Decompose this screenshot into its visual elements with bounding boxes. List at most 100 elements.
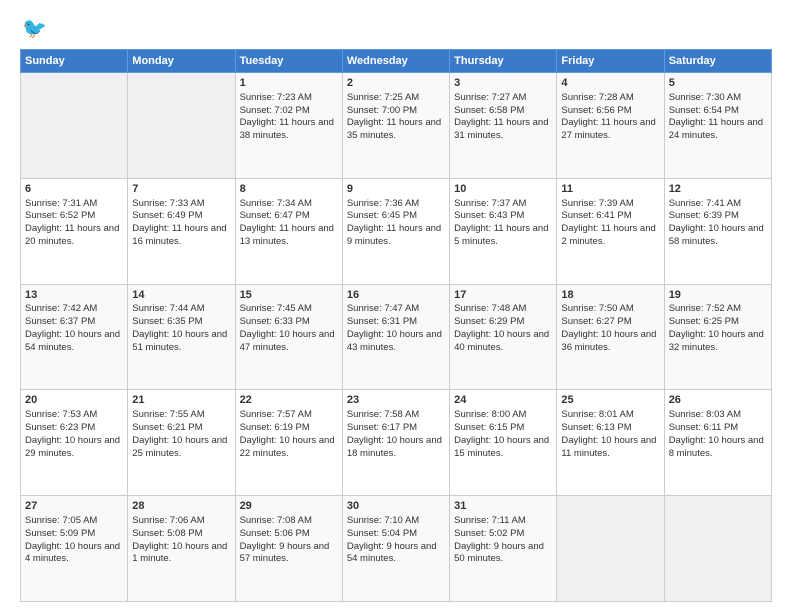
calendar-cell: 8Sunrise: 7:34 AMSunset: 6:47 PMDaylight… — [235, 178, 342, 284]
day-number: 28 — [132, 499, 230, 514]
sunset-text: Sunset: 6:39 PM — [669, 210, 739, 221]
sunset-text: Sunset: 5:09 PM — [25, 528, 95, 539]
day-number: 4 — [561, 76, 659, 91]
day-number: 30 — [347, 499, 445, 514]
day-number: 2 — [347, 76, 445, 91]
sunrise-text: Sunrise: 7:55 AM — [132, 409, 204, 420]
day-number: 17 — [454, 288, 552, 303]
daylight-text: Daylight: 11 hours and 5 minutes. — [454, 223, 548, 247]
calendar-cell: 22Sunrise: 7:57 AMSunset: 6:19 PMDayligh… — [235, 390, 342, 496]
day-number: 5 — [669, 76, 767, 91]
calendar-cell: 3Sunrise: 7:27 AMSunset: 6:58 PMDaylight… — [450, 73, 557, 179]
weekday-header: Monday — [128, 50, 235, 73]
calendar-cell: 12Sunrise: 7:41 AMSunset: 6:39 PMDayligh… — [664, 178, 771, 284]
day-number: 22 — [240, 393, 338, 408]
sunrise-text: Sunrise: 7:42 AM — [25, 303, 97, 314]
day-number: 23 — [347, 393, 445, 408]
sunrise-text: Sunrise: 7:30 AM — [669, 92, 741, 103]
calendar-cell: 20Sunrise: 7:53 AMSunset: 6:23 PMDayligh… — [21, 390, 128, 496]
calendar-cell: 4Sunrise: 7:28 AMSunset: 6:56 PMDaylight… — [557, 73, 664, 179]
calendar-cell: 24Sunrise: 8:00 AMSunset: 6:15 PMDayligh… — [450, 390, 557, 496]
daylight-text: Daylight: 10 hours and 51 minutes. — [132, 329, 227, 353]
sunset-text: Sunset: 6:49 PM — [132, 210, 202, 221]
header: 🐦 — [20, 16, 772, 41]
calendar-cell: 2Sunrise: 7:25 AMSunset: 7:00 PMDaylight… — [342, 73, 449, 179]
calendar-cell — [21, 73, 128, 179]
daylight-text: Daylight: 9 hours and 54 minutes. — [347, 541, 437, 565]
daylight-text: Daylight: 11 hours and 13 minutes. — [240, 223, 334, 247]
sunrise-text: Sunrise: 7:23 AM — [240, 92, 312, 103]
calendar-cell: 23Sunrise: 7:58 AMSunset: 6:17 PMDayligh… — [342, 390, 449, 496]
daylight-text: Daylight: 11 hours and 20 minutes. — [25, 223, 119, 247]
sunset-text: Sunset: 6:17 PM — [347, 422, 417, 433]
calendar-cell — [557, 496, 664, 602]
calendar-cell: 30Sunrise: 7:10 AMSunset: 5:04 PMDayligh… — [342, 496, 449, 602]
weekday-header-row: SundayMondayTuesdayWednesdayThursdayFrid… — [21, 50, 772, 73]
sunset-text: Sunset: 7:00 PM — [347, 105, 417, 116]
calendar-cell: 6Sunrise: 7:31 AMSunset: 6:52 PMDaylight… — [21, 178, 128, 284]
daylight-text: Daylight: 11 hours and 31 minutes. — [454, 117, 548, 141]
daylight-text: Daylight: 10 hours and 58 minutes. — [669, 223, 764, 247]
calendar-week-row: 27Sunrise: 7:05 AM Sunset: 5:09 PM Dayligh… — [21, 496, 772, 602]
sunrise-text: Sunrise: 7:25 AM — [347, 92, 419, 103]
calendar-cell: 16Sunrise: 7:47 AMSunset: 6:31 PMDayligh… — [342, 284, 449, 390]
calendar-cell: 26Sunrise: 8:03 AMSunset: 6:11 PMDayligh… — [664, 390, 771, 496]
sunset-text: Sunset: 5:06 PM — [240, 528, 310, 539]
sunrise-text: Sunrise: 8:00 AM — [454, 409, 526, 420]
sunrise-text: Sunrise: 7:05 AM — [25, 515, 97, 526]
day-number: 25 — [561, 393, 659, 408]
day-number: 31 — [454, 499, 552, 514]
sunset-text: Sunset: 6:45 PM — [347, 210, 417, 221]
sunrise-text: Sunrise: 7:39 AM — [561, 198, 633, 209]
sunrise-text: Sunrise: 7:06 AM — [132, 515, 204, 526]
calendar-week-row: 1Sunrise: 7:23 AMSunset: 7:02 PMDaylight… — [21, 73, 772, 179]
daylight-text: Daylight: 10 hours and 25 minutes. — [132, 435, 227, 459]
weekday-header: Friday — [557, 50, 664, 73]
sunrise-text: Sunrise: 7:33 AM — [132, 198, 204, 209]
sunset-text: Sunset: 7:02 PM — [240, 105, 310, 116]
calendar-week-row: 20Sunrise: 7:53 AMSunset: 6:23 PMDayligh… — [21, 390, 772, 496]
sunrise-text: Sunrise: 7:50 AM — [561, 303, 633, 314]
day-number: 1 — [240, 76, 338, 91]
calendar-cell: 18Sunrise: 7:50 AMSunset: 6:27 PMDayligh… — [557, 284, 664, 390]
daylight-text: Daylight: 10 hours and 11 minutes. — [561, 435, 656, 459]
sunset-text: Sunset: 6:13 PM — [561, 422, 631, 433]
weekday-header: Saturday — [664, 50, 771, 73]
sunset-text: Sunset: 6:31 PM — [347, 316, 417, 327]
day-number: 26 — [669, 393, 767, 408]
day-number: 8 — [240, 182, 338, 197]
sunrise-text: Sunrise: 7:52 AM — [669, 303, 741, 314]
daylight-text: Daylight: 10 hours and 29 minutes. — [25, 435, 120, 459]
sunrise-text: Sunrise: 8:01 AM — [561, 409, 633, 420]
sunset-text: Sunset: 6:54 PM — [669, 105, 739, 116]
day-number: 15 — [240, 288, 338, 303]
sunset-text: Sunset: 6:19 PM — [240, 422, 310, 433]
calendar-cell: 1Sunrise: 7:23 AM Sunset: 7:02 PMDaylight… — [235, 73, 342, 179]
calendar-cell: 19Sunrise: 7:52 AMSunset: 6:25 PMDayligh… — [664, 284, 771, 390]
day-number: 21 — [132, 393, 230, 408]
sunrise-text: Sunrise: 7:44 AM — [132, 303, 204, 314]
sunrise-text: Sunrise: 7:58 AM — [347, 409, 419, 420]
sunrise-text: Sunrise: 7:57 AM — [240, 409, 312, 420]
calendar-cell: 21Sunrise: 7:55 AMSunset: 6:21 PMDayligh… — [128, 390, 235, 496]
day-number: 29 — [240, 499, 338, 514]
sunset-text: Sunset: 6:43 PM — [454, 210, 524, 221]
weekday-header: Sunday — [21, 50, 128, 73]
daylight-text: Daylight: 11 hours and 38 minutes. — [240, 117, 334, 141]
sunrise-text: Sunrise: 7:28 AM — [561, 92, 633, 103]
daylight-text: Daylight: 10 hours and 1 minute. — [132, 541, 227, 565]
logo: 🐦 — [20, 16, 47, 41]
day-number: 19 — [669, 288, 767, 303]
page: 🐦 SundayMondayTuesdayWednesdayThursdayFr… — [0, 0, 792, 612]
weekday-header: Wednesday — [342, 50, 449, 73]
daylight-text: Daylight: 10 hours and 36 minutes. — [561, 329, 656, 353]
daylight-text: Daylight: 9 hours and 50 minutes. — [454, 541, 544, 565]
calendar-cell: 14Sunrise: 7:44 AMSunset: 6:35 PMDayligh… — [128, 284, 235, 390]
day-number: 9 — [347, 182, 445, 197]
calendar-cell: 10Sunrise: 7:37 AMSunset: 6:43 PMDayligh… — [450, 178, 557, 284]
day-number: 3 — [454, 76, 552, 91]
calendar-week-row: 6Sunrise: 7:31 AMSunset: 6:52 PMDaylight… — [21, 178, 772, 284]
calendar-cell — [664, 496, 771, 602]
daylight-text: Daylight: 10 hours and 54 minutes. — [25, 329, 120, 353]
day-number: 27 — [25, 499, 123, 514]
